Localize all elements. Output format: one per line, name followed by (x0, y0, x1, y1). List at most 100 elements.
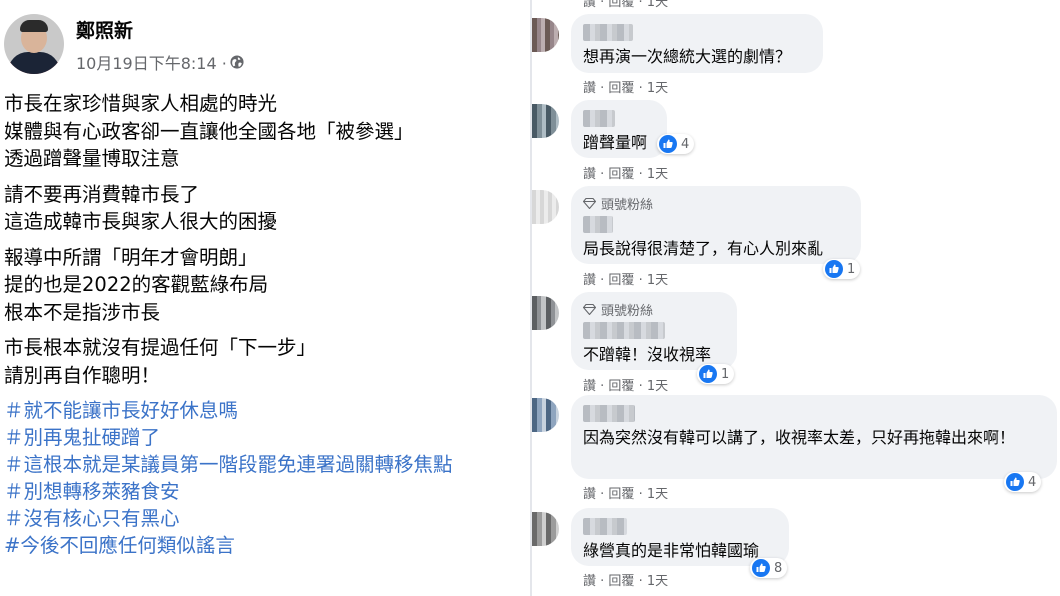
comment-bubble: 蹭聲量啊 (571, 100, 667, 158)
separator: · (596, 574, 609, 589)
like-icon (1006, 473, 1024, 491)
comment-bubble: 想再演一次總統大選的劇情？ (571, 14, 823, 73)
comment-actions: 讚 · 回覆 · 1天 (583, 570, 668, 589)
post-line: 市長根本就沒有提過任何「下一步」 (4, 336, 317, 359)
diamond-icon (583, 198, 596, 209)
comment-bubble: 頭號粉絲 局長說得很清楚了，有心人別來亂 (571, 186, 861, 264)
like-link[interactable]: 讚 (583, 167, 596, 182)
post-line: 根本不是指涉市長 (4, 300, 161, 324)
top-fan-badge: 頭號粉絲 (583, 194, 849, 213)
facebook-post: 鄭照新 10月19日下午8:14 · 市長在家珍惜與家人相處的時光 媒體與有心政… (0, 0, 530, 596)
commenter-avatar[interactable] (532, 512, 559, 546)
post-timestamp[interactable]: 10月19日下午8:14 · (76, 50, 227, 74)
post-body: 市長在家珍惜與家人相處的時光 媒體與有心政客卻一直讓他全國各地「被參選」 透過蹭… (4, 90, 526, 559)
commenter-name-blurred[interactable] (583, 216, 613, 233)
comment-time[interactable]: 1天 (647, 81, 668, 96)
comment-text: 因為突然沒有韓可以講了，收視率太差，只好再拖韓出來啊！ (583, 428, 1016, 447)
commenter-avatar[interactable] (532, 190, 559, 224)
reaction-number: 4 (1028, 474, 1037, 490)
reply-link[interactable]: 回覆 (608, 574, 634, 589)
separator: · (596, 379, 609, 394)
commenter-name-blurred[interactable] (583, 322, 665, 339)
separator: · (634, 81, 647, 96)
commenter-name-blurred[interactable] (583, 110, 615, 127)
comment-time[interactable]: 1天 (647, 487, 668, 502)
separator: · (596, 273, 609, 288)
comment-actions: 讚 · 回覆 · 1天 (583, 77, 668, 96)
reaction-number: 8 (774, 560, 783, 576)
comment-bubble: 因為突然沒有韓可以講了，收視率太差，只好再拖韓出來啊！ (571, 395, 1057, 479)
reply-link[interactable]: 回覆 (608, 487, 634, 502)
reply-link[interactable]: 回覆 (608, 81, 634, 96)
post-line: 報導中所謂「明年才會明朗」 (4, 245, 258, 269)
comment-actions: 讚 · 回覆 · 1天 (583, 375, 668, 394)
hashtag-list: ＃就不能讓市長好好休息嗎 ＃別再鬼扯硬蹭了 ＃這根本就是某議員第一階段罷免連署過… (4, 397, 526, 559)
post-line: 這造成韓市長與家人很大的困擾 (4, 210, 278, 233)
comment-time[interactable]: 1天 (647, 167, 668, 182)
comment-time[interactable]: 1天 (647, 379, 668, 394)
commenter-avatar[interactable] (532, 296, 559, 330)
post-author-name[interactable]: 鄭照新 (76, 16, 133, 43)
like-link[interactable]: 讚 (583, 574, 596, 589)
post-line: 提的也是2022的客觀藍綠布局 (4, 273, 269, 296)
top-fan-label: 頭號粉絲 (601, 198, 654, 213)
commenter-name-blurred[interactable] (583, 405, 635, 422)
top-fan-badge: 頭號粉絲 (583, 300, 725, 319)
reaction-count[interactable]: 1 (697, 364, 735, 384)
hashtag-link[interactable]: #今後不回應任何類似謠言 (4, 532, 526, 559)
reaction-count[interactable]: 8 (750, 558, 788, 578)
reaction-number: 1 (847, 261, 856, 277)
separator: · (596, 167, 609, 182)
like-link[interactable]: 讚 (583, 273, 596, 288)
commenter-avatar[interactable] (532, 18, 559, 52)
commenter-name-blurred[interactable] (583, 24, 633, 41)
like-link[interactable]: 讚 (583, 487, 596, 502)
comment-bubble: 綠營真的是非常怕韓國瑜 (571, 508, 789, 566)
separator: · (634, 487, 647, 502)
hashtag-link[interactable]: ＃別再鬼扯硬蹭了 (4, 424, 526, 451)
comment-text: 不蹭韓！沒收視率 (583, 345, 712, 364)
hashtag-link[interactable]: ＃沒有核心只有黑心 (4, 505, 526, 532)
post-paragraph: 市長根本就沒有提過任何「下一步」 請別再自作聰明！ (4, 334, 526, 389)
diamond-icon (583, 304, 596, 315)
hashtag-link[interactable]: ＃別想轉移萊豬食安 (4, 478, 526, 505)
reply-link[interactable]: 回覆 (608, 273, 634, 288)
post-paragraph: 報導中所謂「明年才會明朗」 提的也是2022的客觀藍綠布局 根本不是指涉市長 (4, 244, 526, 327)
reply-link[interactable]: 回覆 (608, 167, 634, 182)
hashtag-link[interactable]: ＃就不能讓市長好好休息嗎 (4, 397, 526, 424)
comment-time[interactable]: 1天 (647, 273, 668, 288)
reply-link[interactable]: 回覆 (608, 379, 634, 394)
like-link[interactable]: 讚 (583, 379, 596, 394)
comment-time[interactable]: 1天 (647, 574, 668, 589)
commenter-avatar[interactable] (532, 398, 559, 432)
post-line: 請別再自作聰明！ (4, 363, 161, 387)
comment-bubble: 頭號粉絲 不蹭韓！沒收視率 (571, 292, 737, 370)
hashtag-link[interactable]: ＃這根本就是某議員第一階段罷免連署過關轉移焦點 (4, 451, 526, 478)
like-icon (699, 365, 717, 383)
like-icon (659, 135, 677, 153)
comment-actions: 讚 · 回覆 · 1天 (583, 483, 668, 502)
like-link[interactable]: 讚 (583, 81, 596, 96)
comment-actions-partial[interactable]: 讚 · 回覆 · 1天 (583, 0, 668, 10)
top-fan-label: 頭號粉絲 (601, 304, 654, 319)
post-line: 透過蹭聲量博取注意 (4, 147, 180, 170)
like-icon (825, 260, 843, 278)
post-line: 媒體與有心政客卻一直讓他全國各地「被參選」 (4, 119, 414, 143)
globe-icon (230, 55, 244, 69)
reaction-count[interactable]: 4 (1004, 472, 1042, 492)
like-icon (752, 559, 770, 577)
comment-text: 想再演一次總統大選的劇情？ (583, 47, 792, 66)
reaction-count[interactable]: 4 (657, 134, 695, 154)
comment-text: 蹭聲量啊 (583, 133, 648, 152)
post-paragraph: 請不要再消費韓市長了 這造成韓市長與家人很大的困擾 (4, 181, 526, 236)
reaction-number: 1 (721, 366, 730, 382)
author-avatar[interactable] (4, 14, 64, 74)
reaction-count[interactable]: 1 (823, 259, 861, 279)
commenter-avatar[interactable] (532, 104, 559, 138)
comment-actions: 讚 · 回覆 · 1天 (583, 269, 668, 288)
post-paragraph: 市長在家珍惜與家人相處的時光 媒體與有心政客卻一直讓他全國各地「被參選」 透過蹭… (4, 90, 526, 173)
comment-actions: 讚 · 回覆 · 1天 (583, 163, 668, 182)
commenter-name-blurred[interactable] (583, 518, 627, 535)
comment-text: 綠營真的是非常怕韓國瑜 (583, 541, 760, 560)
separator: · (634, 167, 647, 182)
